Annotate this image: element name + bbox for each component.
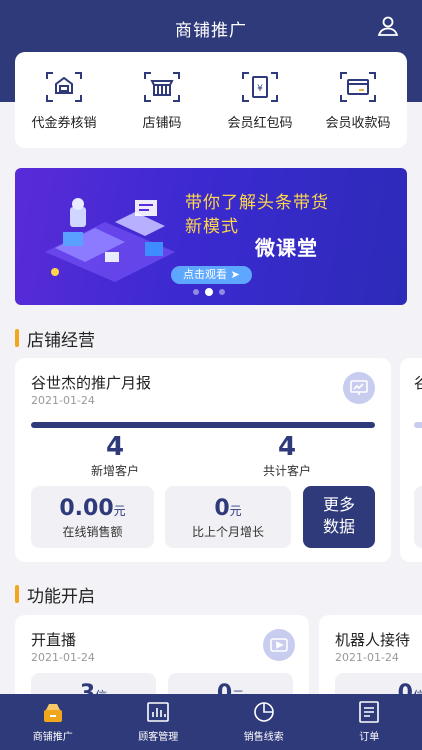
banner-tag: 微课堂 (255, 236, 318, 260)
order-list-icon (359, 701, 380, 723)
section-title-features: 功能开启 (15, 582, 95, 607)
report-title: 谷世杰的推广月报 (31, 374, 152, 392)
tab-customer-management[interactable]: 顾客管理 (106, 694, 212, 750)
isometric-classroom-illustration (45, 198, 175, 282)
stat-value: 4 (105, 432, 125, 462)
feature-title: 机器人接待 (335, 631, 411, 649)
svg-text:¥: ¥ (257, 84, 263, 94)
metric-unit: 元 (113, 504, 126, 518)
quick-label: 店铺码 (142, 116, 182, 131)
metric-value: 0 (214, 496, 230, 521)
metric-online-sales: 0.00元 在线销售额 (31, 486, 154, 548)
red-packet-code-icon: ¥ (242, 72, 278, 102)
carousel-dot-active[interactable] (205, 288, 213, 296)
voucher-scan-icon (46, 72, 82, 102)
report-date: 2021-01-24 (31, 394, 95, 407)
stat-value: 4 (277, 432, 297, 462)
peek-title: 谷 (414, 374, 422, 392)
more-data-button[interactable]: 更多 数据 (303, 486, 375, 548)
tab-label: 商铺推广 (32, 732, 73, 743)
stat-label: 共计客户 (262, 464, 311, 478)
metric-mom-growth: 0元 比上个月增长 (165, 486, 291, 548)
stat-label: 新增客户 (90, 464, 139, 478)
chart-board-icon (350, 380, 368, 395)
store-code-icon (144, 72, 180, 102)
store-code-button[interactable]: 店铺码 (116, 70, 208, 131)
banner-headline: 带你了解头条带货 (185, 193, 329, 213)
payment-code-icon (340, 72, 376, 102)
metric-unit: 元 (229, 504, 242, 518)
metric-value: 0.00 (59, 496, 114, 521)
user-icon[interactable] (376, 14, 400, 38)
payment-code-button[interactable]: 会员收款码 (312, 70, 404, 131)
live-video-icon (270, 638, 288, 652)
metric-label: 比上个月增长 (191, 525, 264, 539)
metric-label: 在线销售额 (62, 525, 123, 539)
carousel-dot[interactable] (193, 289, 199, 295)
stat-new-customers: 4 新增客户 (55, 432, 175, 479)
tab-orders[interactable]: 订单 (317, 694, 422, 750)
quick-label: 会员收款码 (325, 116, 391, 131)
voucher-verify-button[interactable]: 代金券核销 (18, 70, 110, 131)
report-badge[interactable] (343, 372, 375, 404)
red-packet-code-button[interactable]: ¥ 会员红包码 (214, 70, 306, 131)
tab-store-promo[interactable]: 商铺推广 (0, 694, 106, 750)
sales-pie-icon (253, 702, 274, 722)
banner-subheadline: 新模式 (185, 217, 239, 237)
feature-date: 2021-01-24 (335, 651, 399, 664)
tab-label: 订单 (359, 732, 380, 743)
carousel-dots (193, 288, 225, 296)
live-badge[interactable] (263, 629, 295, 661)
tab-label: 顾客管理 (138, 732, 179, 743)
quick-actions-card: 代金券核销 店铺码 ¥ 会员红包码 会员收款码 (15, 52, 407, 148)
tab-sales-leads[interactable]: 销售线索 (211, 694, 317, 750)
stat-total-customers: 4 共计客户 (227, 432, 347, 479)
peek-progress-bar (414, 422, 422, 428)
quick-label: 会员红包码 (227, 116, 293, 131)
peek-metric-box (414, 486, 422, 548)
tab-label: 销售线索 (243, 732, 284, 743)
store-promo-icon (43, 704, 62, 722)
next-report-card-peek[interactable]: 谷 (400, 358, 422, 562)
customer-chart-icon (147, 702, 170, 722)
report-progress-bar (31, 422, 375, 428)
feature-title: 开直播 (31, 631, 77, 649)
section-title-store: 店铺经营 (15, 326, 95, 351)
feature-date: 2021-01-24 (31, 651, 95, 664)
quick-label: 代金券核销 (31, 116, 97, 131)
carousel-dot[interactable] (219, 289, 225, 295)
bottom-tab-bar: 商铺推广 顾客管理 销售线索 订单 (0, 694, 422, 750)
banner-watch-button[interactable]: 点击观看 ➤ (171, 266, 252, 284)
monthly-report-card[interactable]: 谷世杰的推广月报 2021-01-24 4 新增客户 4 共计客户 0.00元 … (15, 358, 391, 562)
promo-banner[interactable]: 带你了解头条带货 新模式 微课堂 点击观看 ➤ (15, 168, 407, 305)
page-title: 商铺推广 (175, 21, 247, 41)
